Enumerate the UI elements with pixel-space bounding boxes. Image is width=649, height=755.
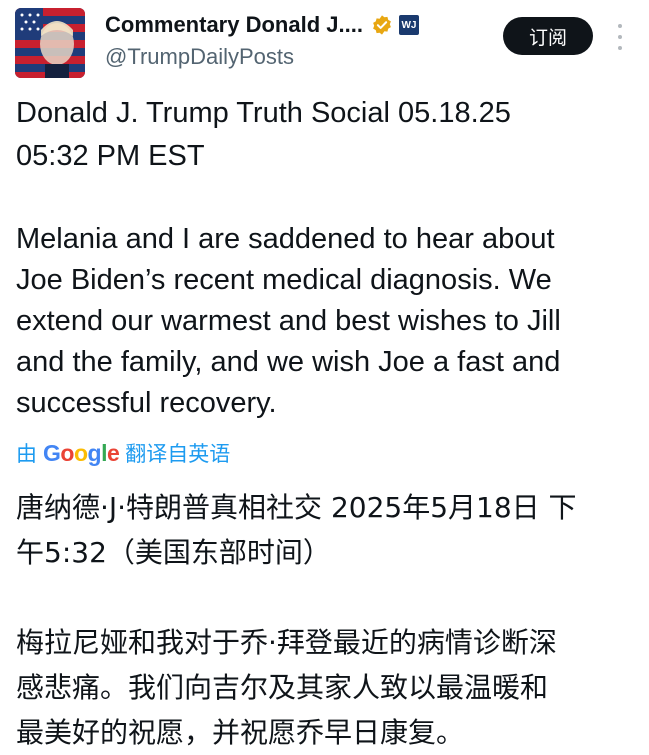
subscribe-button[interactable]: 订阅 bbox=[503, 17, 593, 55]
user-handle[interactable]: @TrumpDailyPosts bbox=[105, 44, 294, 70]
more-options-icon[interactable] bbox=[612, 24, 628, 50]
post-body-english: Melania and I are saddened to hear about… bbox=[16, 223, 561, 419]
google-logo-icon: Google bbox=[43, 439, 120, 466]
affiliate-badge-icon[interactable]: WJ bbox=[398, 15, 419, 35]
display-name[interactable]: Commentary Donald J.... bbox=[105, 12, 363, 38]
post-body-translated: 唐纳德·J·特朗普真相社交 2025年5月18日 下 午5:32（美国东部时间）… bbox=[16, 491, 577, 749]
translate-prefix: 由 bbox=[16, 443, 37, 466]
translation-attribution[interactable]: 由 Google 翻译自英语 bbox=[16, 438, 230, 468]
post-title: Donald J. Trump Truth Social 05.18.25 05… bbox=[16, 97, 511, 172]
avatar[interactable] bbox=[15, 8, 85, 78]
translate-suffix: 翻译自英语 bbox=[125, 443, 231, 466]
verified-badge-icon bbox=[373, 15, 391, 35]
